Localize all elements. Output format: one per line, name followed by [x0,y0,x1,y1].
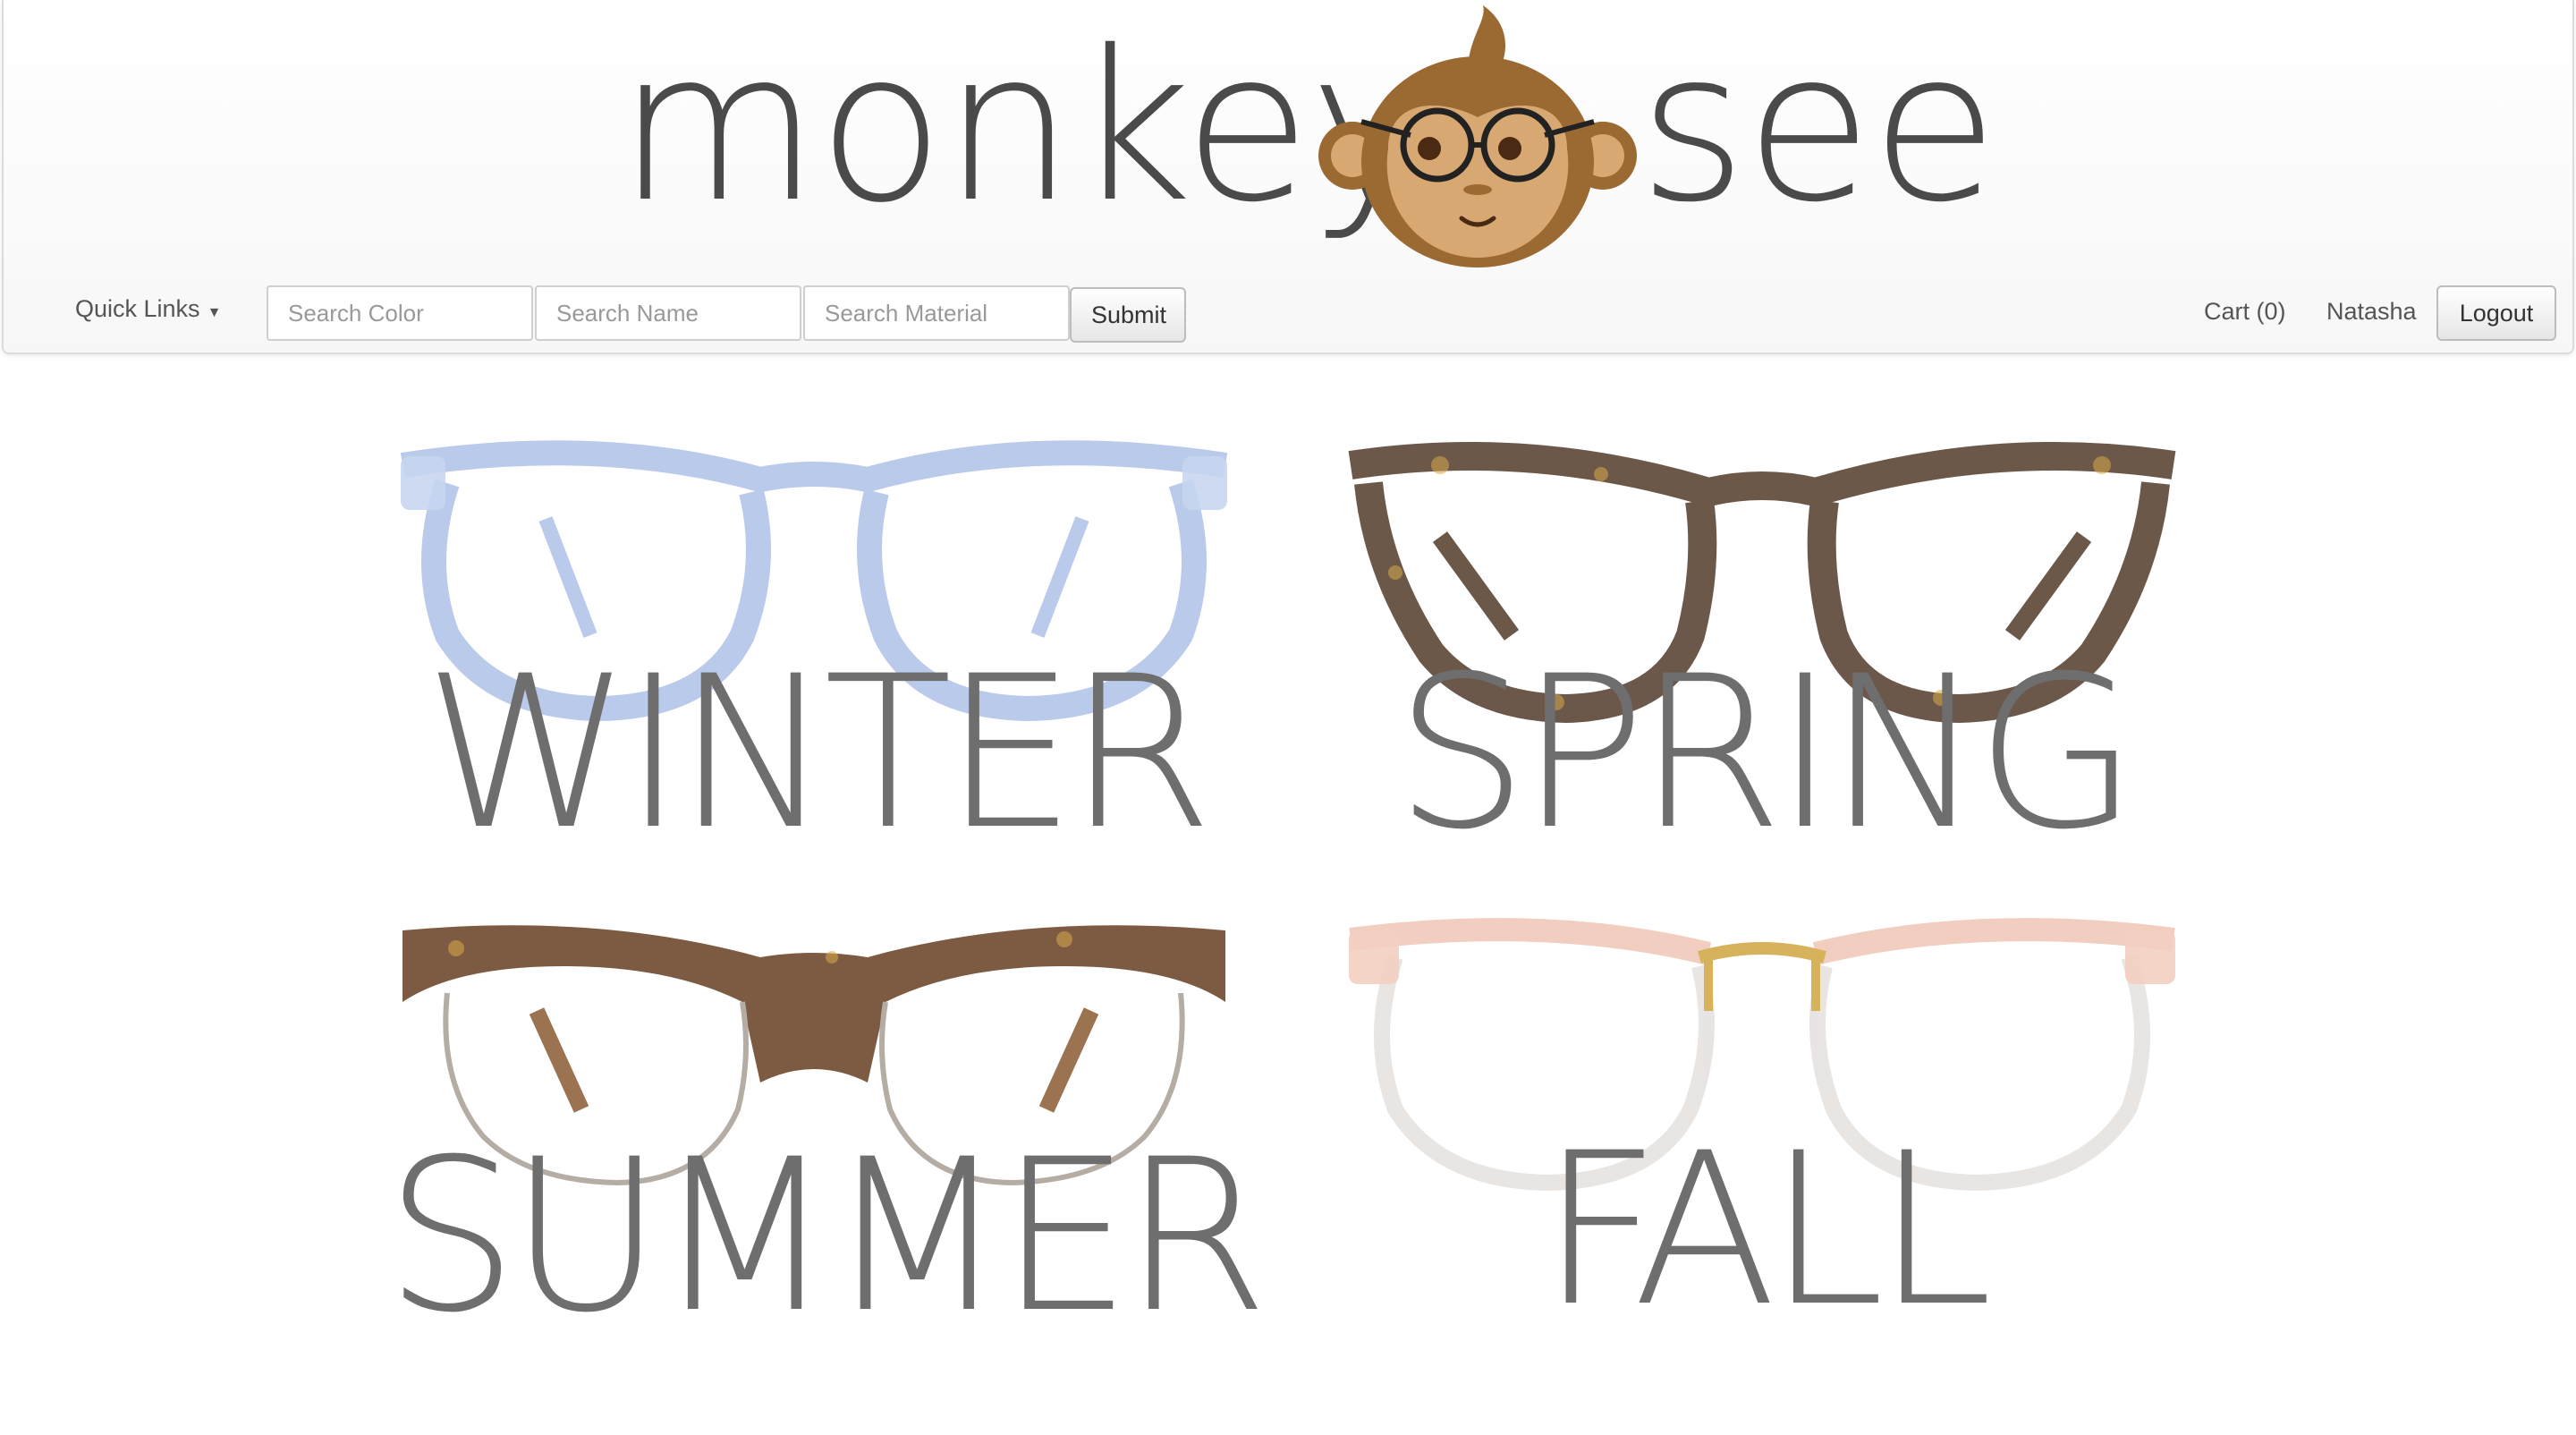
season-label-winter: WINTER [423,632,1214,876]
season-tile-winter[interactable]: WINTER [385,429,1243,859]
season-tile-spring[interactable]: SPRING [1333,429,2191,859]
season-tile-summer[interactable]: SUMMER [385,904,1268,1342]
season-label-spring: SPRING [1394,632,2138,876]
season-label-fall: FALL [1539,1108,1993,1353]
season-tile-fall[interactable]: FALL [1333,904,2191,1336]
season-label-summer: SUMMER [385,1115,1268,1359]
season-grid: WINTER SPRING SUMMER FALL [0,0,2576,1435]
